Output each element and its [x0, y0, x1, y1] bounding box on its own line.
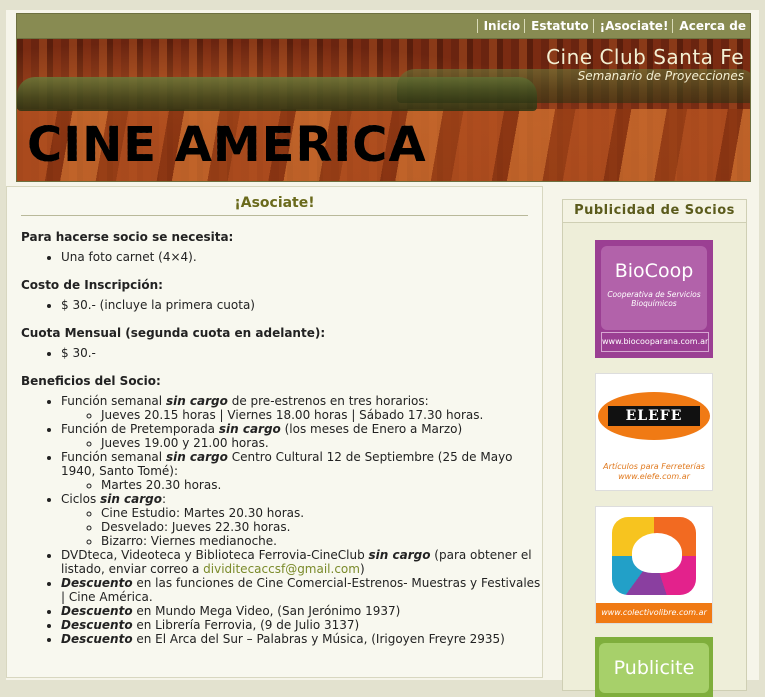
benefit-text: en El Arca del Sur – Palabras y Música, …: [132, 632, 505, 646]
requirements-title: Para hacerse socio se necesita:: [21, 230, 234, 244]
benefit-subitem: Cine Estudio: Martes 20.30 horas.: [101, 506, 542, 520]
benefit-subitem: Desvelado: Jueves 22.30 horas.: [101, 520, 542, 534]
biocoop-url: www.biocooparana.com.ar: [601, 332, 709, 352]
benefit-emphasis: sin cargo: [165, 450, 228, 464]
site-title[interactable]: Cine Club Santa Fe: [546, 45, 744, 69]
list-item: $ 30.- (incluye la primera cuota): [61, 298, 542, 312]
benefit-text: en las funciones de Cine Comercial-Estre…: [61, 576, 541, 604]
header-banner: Cine Club Santa Fe Semanario de Proyecci…: [16, 38, 751, 182]
monthly-fee-list: $ 30.-: [7, 346, 542, 360]
biocoop-ad[interactable]: BioCoop Cooperativa de Servicios Bioquím…: [595, 240, 713, 358]
benefit-item: Función de Pretemporada sin cargo (los m…: [61, 422, 542, 450]
benefit-text: en Mundo Mega Video, (San Jerónimo 1937): [132, 604, 401, 618]
publicite-label: Publicite: [613, 657, 695, 679]
requirements-list: Una foto carnet (4×4).: [7, 250, 542, 264]
page: Inicio Estatuto ¡Asociate! Acerca de Cin…: [6, 10, 759, 697]
elefe-name: ELEFE: [608, 406, 700, 426]
benefit-text: Ciclos: [61, 492, 101, 506]
benefit-text: en Librería Ferrovia, (9 de Julio 3137): [132, 618, 360, 632]
benefit-emphasis: Descuento: [61, 618, 133, 632]
main-content: ¡Asociate! Para hacerse socio se necesit…: [6, 186, 543, 678]
cine-america-logo: CINE AMERICA: [27, 117, 427, 173]
benefit-item: Descuento en El Arca del Sur – Palabras …: [61, 632, 542, 646]
elefe-ad[interactable]: ELEFE Artículos para Ferreterías www.ele…: [595, 373, 713, 491]
benefit-emphasis: sin cargo: [100, 492, 163, 506]
nav-item-estatuto[interactable]: Estatuto: [524, 19, 592, 33]
elefe-logo: ELEFE: [598, 392, 710, 440]
nav-item-asociate[interactable]: ¡Asociate!: [592, 19, 673, 33]
publicite-ad[interactable]: Publicite: [595, 637, 713, 697]
top-nav: Inicio Estatuto ¡Asociate! Acerca de: [16, 13, 751, 39]
benefits-title: Beneficios del Socio:: [21, 374, 161, 388]
benefit-text: :: [162, 492, 167, 506]
benefits-list: Función semanal sin cargo de pre-estreno…: [7, 394, 542, 646]
benefit-emphasis: sin cargo: [165, 394, 228, 408]
benefit-text: DVDteca, Videoteca y Biblioteca Ferrovia…: [61, 548, 369, 562]
nav-item-acerca-de[interactable]: Acerca de: [672, 19, 750, 33]
inscription-cost-title: Costo de Inscripción:: [21, 278, 163, 292]
biocoop-panel: BioCoop Cooperativa de Servicios Bioquím…: [601, 246, 707, 330]
benefit-text: Función semanal: [61, 394, 166, 408]
list-item: $ 30.-: [61, 346, 542, 360]
benefit-text: Función de Pretemporada: [61, 422, 219, 436]
inscription-cost-list: $ 30.- (incluye la primera cuota): [7, 298, 542, 312]
colectivolibre-url: www.colectivolibre.com.ar: [596, 603, 712, 623]
benefit-emphasis: Descuento: [61, 576, 133, 590]
list-item: Una foto carnet (4×4).: [61, 250, 542, 264]
colectivolibre-logo-icon: [612, 517, 696, 595]
colectivolibre-ad[interactable]: www.colectivolibre.com.ar: [595, 506, 713, 624]
biocoop-description: Cooperativa de Servicios Bioquímicos: [607, 290, 701, 308]
benefit-item: Descuento en Librería Ferrovia, (9 de Ju…: [61, 618, 542, 632]
biocoop-name: BioCoop: [614, 260, 694, 282]
benefit-text: ): [359, 562, 365, 576]
sidebar-title: Publicidad de Socios: [563, 200, 746, 223]
benefit-item: Función semanal sin cargo de pre-estreno…: [61, 394, 542, 422]
nav-item-inicio[interactable]: Inicio: [476, 19, 525, 33]
benefit-subitem: Jueves 20.15 horas | Viernes 18.00 horas…: [101, 408, 542, 422]
benefit-item: DVDteca, Videoteca y Biblioteca Ferrovia…: [61, 548, 542, 576]
benefit-item: Descuento en las funciones de Cine Comer…: [61, 576, 542, 604]
benefit-subitem: Jueves 19.00 y 21.00 horas.: [101, 436, 542, 450]
page-title: ¡Asociate!: [21, 195, 528, 216]
benefit-text: de pre-estrenos en tres horarios:: [227, 394, 429, 408]
site-subtitle: Semanario de Proyecciones: [577, 69, 744, 83]
elefe-description: Artículos para Ferreterías www.elefe.com…: [603, 462, 705, 481]
benefit-emphasis: sin cargo: [218, 422, 281, 436]
benefit-text: Función semanal: [61, 450, 166, 464]
sponsors-sidebar: Publicidad de Socios BioCoop Cooperativa…: [562, 199, 747, 697]
benefit-item: Descuento en Mundo Mega Video, (San Jeró…: [61, 604, 542, 618]
benefit-item: Función semanal sin cargo Centro Cultura…: [61, 450, 542, 492]
monthly-fee-title: Cuota Mensual (segunda cuota en adelante…: [21, 326, 326, 340]
benefit-subitem: Martes 20.30 horas.: [101, 478, 542, 492]
elephant-icon: [632, 533, 682, 573]
benefit-emphasis: sin cargo: [368, 548, 431, 562]
benefit-subitem: Bizarro: Viernes medianoche.: [101, 534, 542, 548]
benefit-item: Ciclos sin cargo: Cine Estudio: Martes 2…: [61, 492, 542, 548]
benefit-emphasis: Descuento: [61, 604, 133, 618]
benefit-emphasis: Descuento: [61, 632, 133, 646]
email-link[interactable]: dividitecaccsf@gmail.com: [203, 562, 360, 576]
benefit-text: (los meses de Enero a Marzo): [280, 422, 463, 436]
